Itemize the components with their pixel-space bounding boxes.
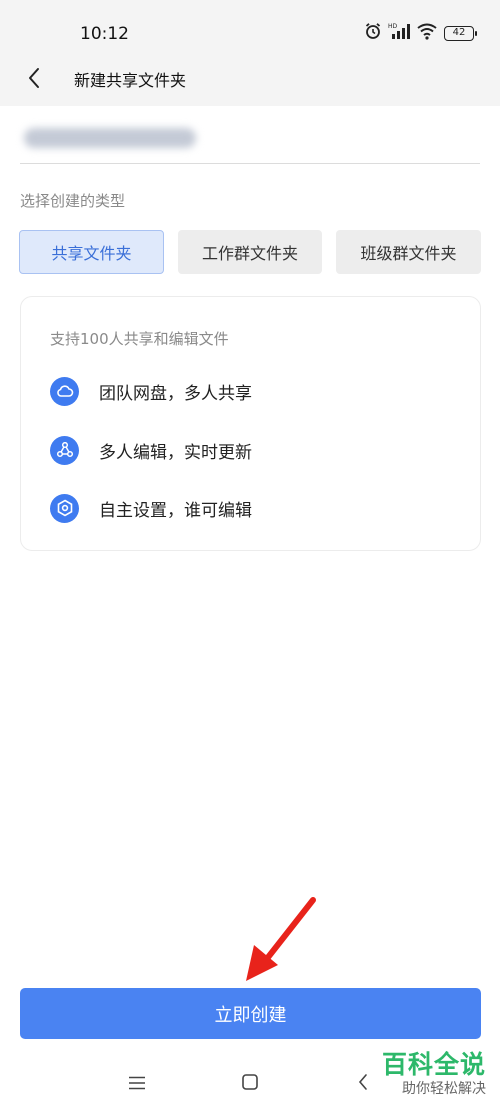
- wifi-icon: [416, 22, 438, 44]
- feature-text: 团队网盘，多人共享: [99, 383, 252, 404]
- feature-item: 多人编辑，实时更新: [50, 435, 252, 465]
- create-now-button[interactable]: 立即创建: [20, 988, 481, 1039]
- triangle-back-icon: [357, 1073, 369, 1095]
- watermark-title: 百科全说: [381, 1050, 486, 1079]
- feature-text: 多人编辑，实时更新: [99, 442, 252, 463]
- page-title: 新建共享文件夹: [74, 71, 187, 90]
- header: 新建共享文件夹: [0, 58, 500, 106]
- type-options: 共享文件夹 工作群文件夹 班级群文件夹: [19, 230, 481, 274]
- type-option-class-group-folder[interactable]: 班级群文件夹: [336, 230, 481, 274]
- status-bar: 10:12 HD 42: [0, 0, 500, 58]
- back-button[interactable]: [18, 62, 50, 98]
- cloud-icon: [50, 376, 79, 406]
- square-icon: [241, 1073, 259, 1095]
- battery-icon: 42: [444, 25, 477, 41]
- chevron-left-icon: [27, 67, 41, 93]
- feature-item: 自主设置，谁可编辑: [50, 493, 252, 523]
- watermark: 百科全说 助你轻松解决: [374, 1050, 486, 1098]
- feature-text: 自主设置，谁可编辑: [99, 500, 252, 521]
- type-section-label: 选择创建的类型: [20, 192, 126, 210]
- status-time: 10:12: [80, 24, 129, 44]
- svg-text:HD: HD: [388, 23, 398, 30]
- settings-hexagon-icon: [50, 493, 79, 523]
- feature-item: 团队网盘，多人共享: [50, 376, 252, 406]
- nav-home-button[interactable]: [235, 1069, 265, 1099]
- status-icons: HD 42: [364, 22, 477, 44]
- red-arrow-annotation: [240, 895, 320, 985]
- blurred-folder-name: [24, 128, 196, 148]
- signal-icon: HD: [388, 22, 410, 44]
- type-option-shared-folder[interactable]: 共享文件夹: [19, 230, 164, 274]
- feature-card: 支持100人共享和编辑文件 团队网盘，多人共享 多人编辑，实时更新 自主设置，谁…: [20, 296, 481, 551]
- folder-name-input[interactable]: [20, 112, 480, 164]
- watermark-subtitle: 助你轻松解决: [402, 1081, 486, 1097]
- card-description: 支持100人共享和编辑文件: [50, 330, 229, 348]
- people-network-icon: [50, 435, 79, 465]
- menu-icon: [128, 1075, 146, 1094]
- alarm-icon: [364, 22, 382, 44]
- type-option-work-group-folder[interactable]: 工作群文件夹: [178, 230, 322, 274]
- nav-menu-button[interactable]: [122, 1069, 152, 1099]
